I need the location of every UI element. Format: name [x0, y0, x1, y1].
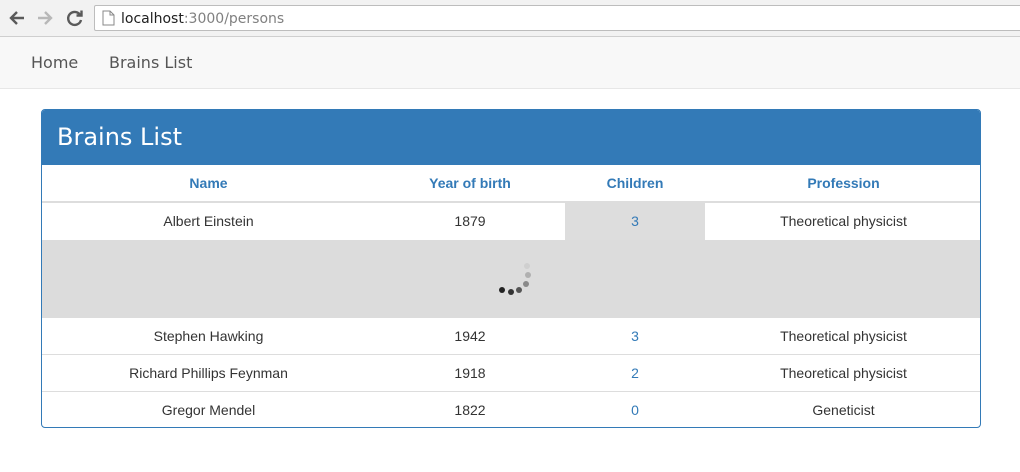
url-text: localhost:3000/persons	[121, 10, 284, 28]
table-row[interactable]: Richard Phillips Feynman 1918 2 Theoreti…	[42, 354, 980, 391]
loading-row	[42, 240, 980, 318]
table-row[interactable]: Albert Einstein 1879 3 Theoretical physi…	[42, 203, 980, 240]
brains-panel: Brains List Name Year of birth Children …	[41, 109, 981, 428]
forward-arrow-icon[interactable]	[34, 7, 56, 29]
address-bar[interactable]: localhost:3000/persons	[94, 5, 1020, 31]
cell-children-link[interactable]: 3	[565, 318, 705, 355]
cell-name: Stephen Hawking	[153, 328, 264, 344]
table-row[interactable]: Gregor Mendel 1822 0 Geneticist	[42, 391, 980, 427]
top-navbar: Home Brains List	[0, 37, 1020, 89]
cell-profession: Theoretical physicist	[780, 365, 907, 381]
table-row[interactable]: Stephen Hawking 1942 3 Theoretical physi…	[42, 318, 980, 355]
url-path: :3000/persons	[183, 11, 285, 27]
cell-name: Richard Phillips Feynman	[129, 365, 288, 381]
panel-heading: Brains List	[42, 110, 980, 165]
cell-children-link[interactable]: 2	[565, 355, 705, 392]
cell-name: Gregor Mendel	[161, 402, 256, 418]
page-icon	[102, 10, 115, 31]
column-header-name[interactable]: Name	[42, 165, 375, 201]
loading-spinner-icon	[490, 262, 534, 302]
panel-title: Brains List	[57, 123, 183, 151]
column-header-profession[interactable]: Profession	[705, 165, 980, 201]
nav-home-link[interactable]: Home	[31, 53, 78, 73]
cell-name: Albert Einstein	[163, 213, 254, 229]
cell-year: 1942	[454, 328, 486, 344]
cell-year: 1822	[454, 402, 486, 418]
table-header: Name Year of birth Children Profession	[42, 165, 980, 203]
browser-toolbar: localhost:3000/persons	[0, 0, 1020, 37]
nav-brains-list-link[interactable]: Brains List	[109, 53, 192, 73]
reload-icon[interactable]	[64, 7, 86, 29]
cell-profession: Geneticist	[812, 402, 875, 418]
cell-year: 1918	[454, 365, 486, 381]
cell-children-link[interactable]: 3	[565, 203, 705, 240]
column-header-children[interactable]: Children	[565, 165, 705, 201]
url-host: localhost	[121, 11, 184, 27]
cell-children-link[interactable]: 0	[565, 392, 705, 427]
cell-profession: Theoretical physicist	[780, 213, 907, 229]
column-header-year[interactable]: Year of birth	[375, 165, 565, 201]
cell-year: 1879	[454, 213, 486, 229]
back-arrow-icon[interactable]	[6, 7, 28, 29]
cell-profession: Theoretical physicist	[780, 328, 907, 344]
